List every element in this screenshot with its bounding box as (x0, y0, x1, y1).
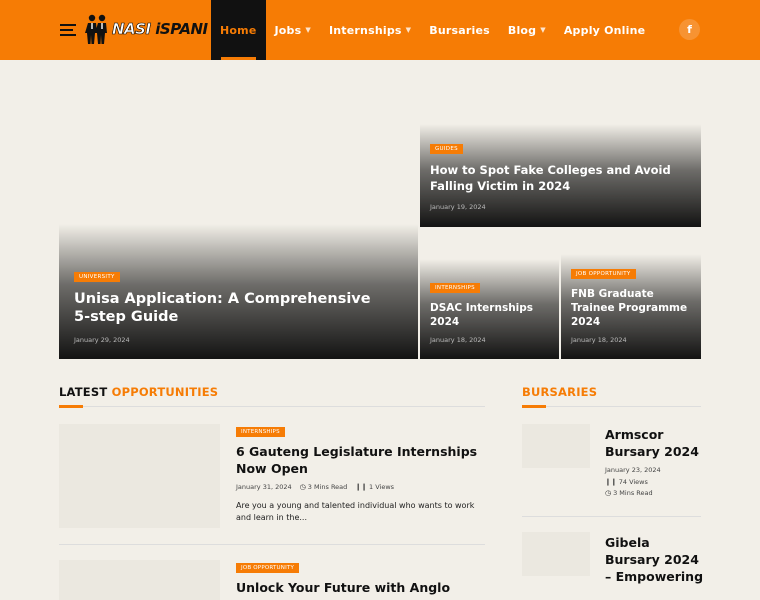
logo-word-nasi: NASI (112, 20, 152, 39)
post-thumbnail[interactable] (522, 424, 590, 468)
featured-title[interactable]: DSAC Internships 2024 (430, 301, 555, 329)
nav-label: Internships (328, 23, 402, 37)
nav-item-apply-online[interactable]: Apply Online (555, 0, 654, 60)
section-accent-bar (59, 405, 83, 408)
post-title[interactable]: 6 Gauteng Legislature Internships Now Op… (236, 443, 484, 477)
featured-top-right-card[interactable]: GUIDES How to Spot Fake Colleges and Avo… (420, 84, 701, 227)
category-badge[interactable]: INTERNSHIPS (430, 283, 480, 293)
section-accent-bar (522, 405, 546, 408)
post-excerpt: Are you a young and talented individual … (236, 501, 475, 523)
post-date: January 18, 2024 (571, 336, 627, 344)
view-count: 1 Views (369, 483, 395, 491)
heading-dark-word: LATEST (59, 385, 108, 399)
category-badge[interactable]: UNIVERSITY (74, 272, 120, 282)
heading-orange-word: BURSARIES (522, 385, 598, 399)
nav-item-jobs[interactable]: Jobs ▼ (266, 0, 320, 60)
clock-icon: ◷ (299, 483, 306, 491)
post-thumbnail[interactable] (59, 424, 220, 528)
bar-chart-icon: ❙❙ (605, 478, 617, 486)
post-thumbnail[interactable] (522, 532, 590, 576)
post-date: January 18, 2024 (430, 336, 486, 344)
heading-orange-word: OPPORTUNITIES (111, 385, 219, 399)
nav-label: Jobs (274, 23, 302, 37)
post-read-time: ◷ 3 Mins Read (605, 489, 653, 497)
read-time: 3 Mins Read (307, 483, 348, 491)
featured-bottom-left-card[interactable]: INTERNSHIPS DSAC Internships 2024 Januar… (420, 229, 559, 359)
chevron-down-icon: ▼ (405, 26, 412, 34)
post-views: ❙❙ 74 Views (605, 478, 648, 486)
logo-text: NASI iSPANI (112, 20, 208, 39)
nav-label: Blog (507, 23, 537, 37)
facebook-icon[interactable]: f (679, 19, 700, 40)
view-count: 74 Views (618, 478, 648, 486)
post-title[interactable]: Unlock Your Future with Anglo (236, 579, 484, 596)
featured-title[interactable]: Unisa Application: A Comprehensive 5-ste… (74, 290, 374, 326)
bar-chart-icon: ❙❙ (355, 483, 368, 491)
main-nav: Home Jobs ▼ Internships ▼ Bursaries Blog ▼ … (211, 0, 654, 60)
post-title[interactable]: Armscor Bursary 2024 (605, 426, 705, 460)
site-logo[interactable]: NASI iSPANI (84, 12, 208, 46)
category-badge[interactable]: JOB OPPORTUNITY (571, 269, 636, 279)
clock-icon: ◷ (605, 489, 612, 497)
post-date: January 31, 2024 (236, 483, 292, 491)
logo-figures-icon (85, 14, 107, 44)
nav-item-bursaries[interactable]: Bursaries (420, 0, 499, 60)
category-badge[interactable]: JOB OPPORTUNITY (236, 563, 300, 573)
featured-title[interactable]: How to Spot Fake Colleges and Avoid Fall… (430, 162, 690, 194)
latest-heading: LATEST OPPORTUNITIES (59, 385, 218, 399)
featured-main-card[interactable]: UNIVERSITY Unisa Application: A Comprehe… (59, 184, 418, 359)
post-date: January 29, 2024 (74, 336, 130, 344)
post-thumbnail[interactable] (59, 560, 220, 600)
featured-title[interactable]: FNB Graduate Trainee Programme 2024 (571, 287, 699, 329)
nav-label: Home (220, 23, 257, 37)
chevron-down-icon: ▼ (540, 26, 546, 34)
post-date: January 19, 2024 (430, 203, 486, 211)
row-divider (59, 544, 485, 545)
chevron-down-icon: ▼ (305, 26, 311, 34)
post-title[interactable]: Gibela Bursary 2024 – Empowering (605, 534, 705, 585)
category-badge[interactable]: GUIDES (430, 144, 463, 154)
section-divider (522, 406, 701, 407)
site-header: NASI iSPANI Home Jobs ▼ Internships ▼ Burs… (0, 0, 760, 60)
featured-bottom-right-card[interactable]: JOB OPPORTUNITY FNB Graduate Trainee Pro… (561, 229, 701, 359)
post-date: January 23, 2024 (605, 466, 661, 474)
nav-item-internships[interactable]: Internships ▼ (320, 0, 420, 60)
section-divider (59, 406, 485, 407)
row-divider (522, 516, 701, 517)
category-badge[interactable]: INTERNSHIPS (236, 427, 285, 437)
nav-label: Bursaries (429, 23, 490, 37)
nav-item-home[interactable]: Home (211, 0, 266, 60)
logo-word-ispani: iSPANI (155, 20, 208, 38)
menu-icon[interactable] (60, 24, 76, 36)
nav-label: Apply Online (563, 23, 646, 37)
bursaries-heading: BURSARIES (522, 385, 597, 399)
read-time: 3 Mins Read (613, 489, 653, 497)
nav-item-blog[interactable]: Blog ▼ (499, 0, 555, 60)
post-meta: January 31, 2024 ◷ 3 Mins Read ❙❙ 1 Views (236, 483, 394, 491)
